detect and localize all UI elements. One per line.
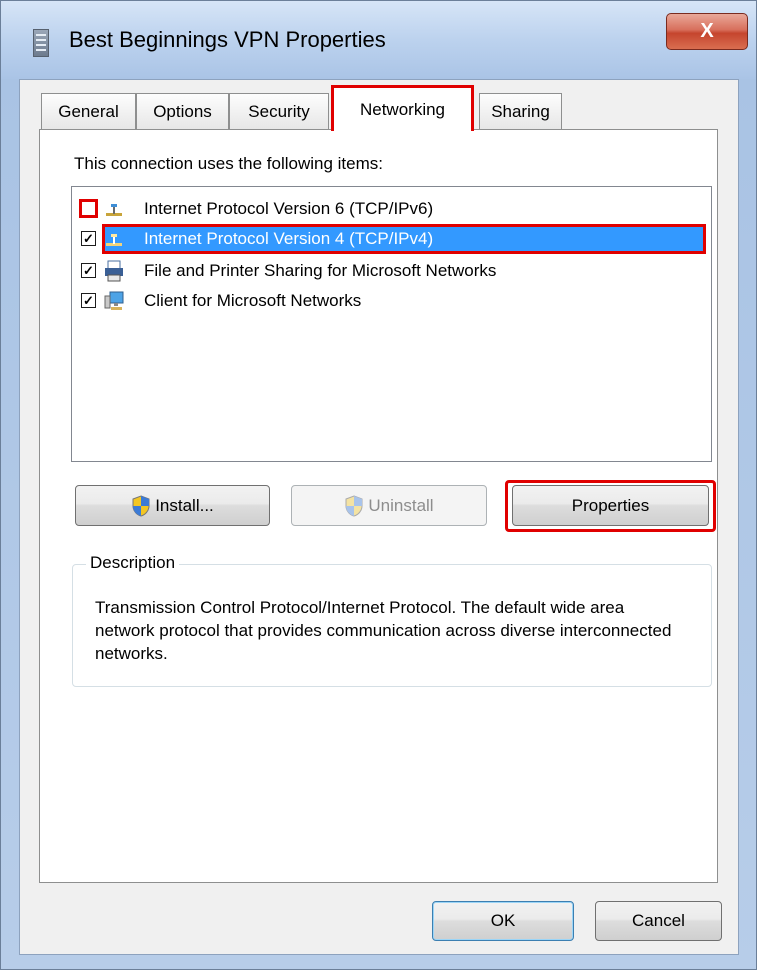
checkbox-ipv6[interactable] [79, 199, 98, 218]
items-list-label: This connection uses the following items… [74, 154, 383, 173]
list-item-client-networks[interactable]: ✓ Client for Microsoft Networks [77, 286, 705, 316]
tab-options[interactable]: Options [136, 93, 229, 130]
item-label-ipv4: Internet Protocol Version 4 (TCP/IPv4) [144, 229, 434, 248]
item-label-ipv6: Internet Protocol Version 6 (TCP/IPv6) [144, 199, 434, 218]
close-button[interactable]: X [666, 13, 748, 50]
connection-icon [33, 29, 49, 57]
tab-general[interactable]: General [41, 93, 136, 130]
window-title: Best Beginnings VPN Properties [69, 27, 386, 52]
item-label-client-networks: Client for Microsoft Networks [144, 291, 362, 310]
title-bar[interactable]: Best Beginnings VPN Properties X [1, 1, 756, 79]
network-client-icon [104, 291, 124, 310]
description-text: Transmission Control Protocol/Internet P… [95, 598, 672, 663]
item-label-file-printer-sharing: File and Printer Sharing for Microsoft N… [144, 261, 497, 280]
description-legend: Description [86, 553, 180, 573]
uninstall-label: Uninstall [368, 495, 434, 515]
tab-networking[interactable]: Networking [331, 85, 474, 131]
tab-security[interactable]: Security [229, 93, 329, 130]
uac-shield-icon [345, 494, 363, 517]
items-listbox[interactable]: Internet Protocol Version 6 (TCP/IPv6) ✓… [71, 186, 712, 462]
tab-sharing[interactable]: Sharing [479, 93, 562, 130]
install-button[interactable]: Install... [75, 485, 270, 526]
ok-button[interactable]: OK [432, 901, 574, 941]
checkbox-file-printer-sharing[interactable]: ✓ [81, 263, 96, 278]
network-protocol-icon [106, 204, 122, 216]
list-item-file-printer-sharing[interactable]: ✓ File and Printer Sharing for Microsoft… [77, 256, 705, 286]
uac-shield-icon [132, 494, 150, 517]
install-label: Install... [155, 495, 214, 515]
properties-highlight-box [505, 480, 716, 532]
uninstall-button[interactable]: Uninstall [291, 485, 487, 526]
cancel-button[interactable]: Cancel [595, 901, 722, 941]
checkbox-ipv4[interactable]: ✓ [81, 231, 96, 246]
printer-sharing-icon [105, 260, 123, 282]
list-item-ipv4[interactable]: ✓ Internet Protocol Version 4 (TCP/IPv4) [77, 224, 706, 254]
properties-window: Best Beginnings VPN Properties X General… [0, 0, 757, 970]
list-item-ipv6[interactable]: Internet Protocol Version 6 (TCP/IPv6) [77, 194, 705, 224]
checkbox-client-networks[interactable]: ✓ [81, 293, 96, 308]
network-protocol-icon [106, 234, 122, 246]
